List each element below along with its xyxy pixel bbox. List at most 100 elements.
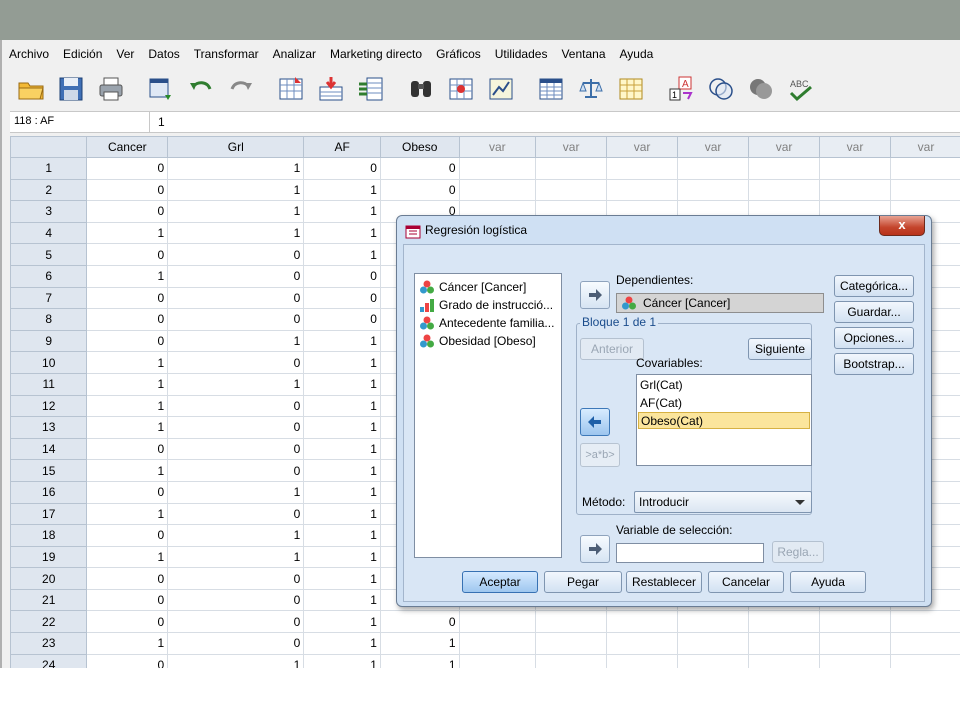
column-header[interactable]: var: [535, 136, 608, 158]
data-cell[interactable]: [458, 157, 537, 180]
data-cell[interactable]: 0: [167, 502, 305, 526]
data-cell[interactable]: 1: [86, 394, 169, 418]
data-cell[interactable]: 0: [167, 567, 305, 590]
data-cell[interactable]: [748, 178, 821, 202]
method-select[interactable]: Introducir: [634, 491, 812, 513]
row-number[interactable]: 17: [10, 502, 88, 526]
data-cell[interactable]: 0: [86, 653, 169, 668]
data-cell[interactable]: [535, 178, 608, 202]
data-cell[interactable]: 1: [86, 221, 169, 245]
paste-button[interactable]: Pegar: [544, 571, 622, 593]
data-cell[interactable]: 1: [303, 632, 381, 655]
data-cell[interactable]: 1: [303, 610, 381, 634]
bootstrap-button[interactable]: Bootstrap...: [834, 353, 914, 375]
data-cell[interactable]: 1: [86, 351, 169, 374]
data-cell[interactable]: [677, 610, 750, 634]
data-cell[interactable]: 1: [167, 653, 305, 668]
data-cell[interactable]: 0: [86, 243, 169, 266]
covariates-list[interactable]: Grl(Cat) AF(Cat) Obeso(Cat): [636, 374, 812, 466]
data-cell[interactable]: 1: [167, 221, 305, 245]
go-to-case-icon[interactable]: [274, 72, 308, 106]
data-cell[interactable]: 0: [86, 524, 169, 547]
data-cell[interactable]: [677, 157, 750, 180]
list-item[interactable]: Cáncer [Cancer]: [419, 278, 526, 296]
data-cell[interactable]: 1: [86, 264, 169, 288]
data-cell[interactable]: 0: [86, 178, 169, 202]
list-item[interactable]: AF(Cat): [638, 395, 810, 412]
data-cell[interactable]: 1: [86, 502, 169, 526]
move-covariate-button[interactable]: [580, 408, 610, 436]
row-number[interactable]: 4: [10, 221, 88, 245]
data-cell[interactable]: 1: [303, 588, 381, 612]
go-to-variable-icon[interactable]: [314, 72, 348, 106]
column-header[interactable]: var: [677, 136, 750, 158]
row-number[interactable]: 5: [10, 243, 88, 266]
row-number[interactable]: 14: [10, 437, 88, 461]
data-cell[interactable]: 1: [379, 632, 460, 655]
close-button[interactable]: x: [879, 216, 925, 236]
move-selection-button[interactable]: [580, 535, 610, 563]
cell-value-input[interactable]: 1: [158, 112, 165, 132]
data-cell[interactable]: 1: [303, 200, 381, 223]
data-cell[interactable]: 1: [86, 545, 169, 569]
column-header[interactable]: var: [819, 136, 891, 158]
data-cell[interactable]: 1: [167, 545, 305, 569]
data-cell[interactable]: 1: [86, 632, 169, 655]
menu-analizar[interactable]: Analizar: [266, 44, 323, 66]
data-cell[interactable]: 1: [303, 416, 381, 439]
row-number[interactable]: 21: [10, 588, 88, 612]
data-cell[interactable]: 1: [303, 372, 381, 396]
data-cell[interactable]: [535, 632, 608, 655]
data-cell[interactable]: [606, 157, 679, 180]
data-cell[interactable]: 0: [303, 264, 381, 288]
data-cell[interactable]: 1: [379, 653, 460, 668]
column-header[interactable]: Obeso: [379, 136, 460, 158]
row-number[interactable]: 19: [10, 545, 88, 569]
ok-button[interactable]: Aceptar: [462, 571, 538, 593]
variables-icon[interactable]: [354, 72, 388, 106]
redo-icon[interactable]: [224, 72, 258, 106]
data-cell[interactable]: 1: [86, 372, 169, 396]
data-cell[interactable]: 1: [167, 329, 305, 353]
menu-edicion[interactable]: Edición: [56, 44, 109, 66]
data-cell[interactable]: 1: [86, 459, 169, 482]
data-cell[interactable]: [819, 610, 891, 634]
data-cell[interactable]: 0: [86, 480, 169, 504]
list-item[interactable]: Antecedente familia...: [419, 314, 554, 332]
data-cell[interactable]: 0: [86, 329, 169, 353]
data-cell[interactable]: [458, 632, 537, 655]
previous-button[interactable]: Anterior: [580, 338, 644, 360]
data-cell[interactable]: [535, 653, 608, 668]
data-cell[interactable]: 0: [303, 157, 381, 180]
row-number[interactable]: 8: [10, 308, 88, 331]
cancel-button[interactable]: Cancelar: [708, 571, 784, 593]
data-cell[interactable]: 1: [167, 372, 305, 396]
data-cell[interactable]: [889, 178, 960, 202]
list-item[interactable]: Grado de instrucció...: [419, 296, 553, 314]
row-number[interactable]: 22: [10, 610, 88, 634]
dependent-field[interactable]: Cáncer [Cancer]: [616, 293, 824, 313]
row-number[interactable]: 11: [10, 372, 88, 396]
menu-archivo[interactable]: Archivo: [2, 44, 56, 66]
data-cell[interactable]: [606, 632, 679, 655]
data-cell[interactable]: 1: [303, 567, 381, 590]
row-number[interactable]: 13: [10, 416, 88, 439]
move-dependent-button[interactable]: [580, 281, 610, 309]
row-number[interactable]: 9: [10, 329, 88, 353]
data-cell[interactable]: [819, 178, 891, 202]
data-cell[interactable]: [677, 632, 750, 655]
row-number[interactable]: 1: [10, 157, 88, 180]
save-icon[interactable]: [54, 72, 88, 106]
data-cell[interactable]: [677, 653, 750, 668]
data-cell[interactable]: 0: [167, 459, 305, 482]
data-cell[interactable]: [748, 632, 821, 655]
data-cell[interactable]: [748, 157, 821, 180]
data-cell[interactable]: 0: [167, 394, 305, 418]
data-cell[interactable]: 0: [167, 351, 305, 374]
column-header[interactable]: var: [748, 136, 821, 158]
data-cell[interactable]: 1: [167, 157, 305, 180]
categorical-button[interactable]: Categórica...: [834, 275, 914, 297]
undo-icon[interactable]: [184, 72, 218, 106]
data-cell[interactable]: 0: [86, 157, 169, 180]
data-cell[interactable]: [819, 653, 891, 668]
